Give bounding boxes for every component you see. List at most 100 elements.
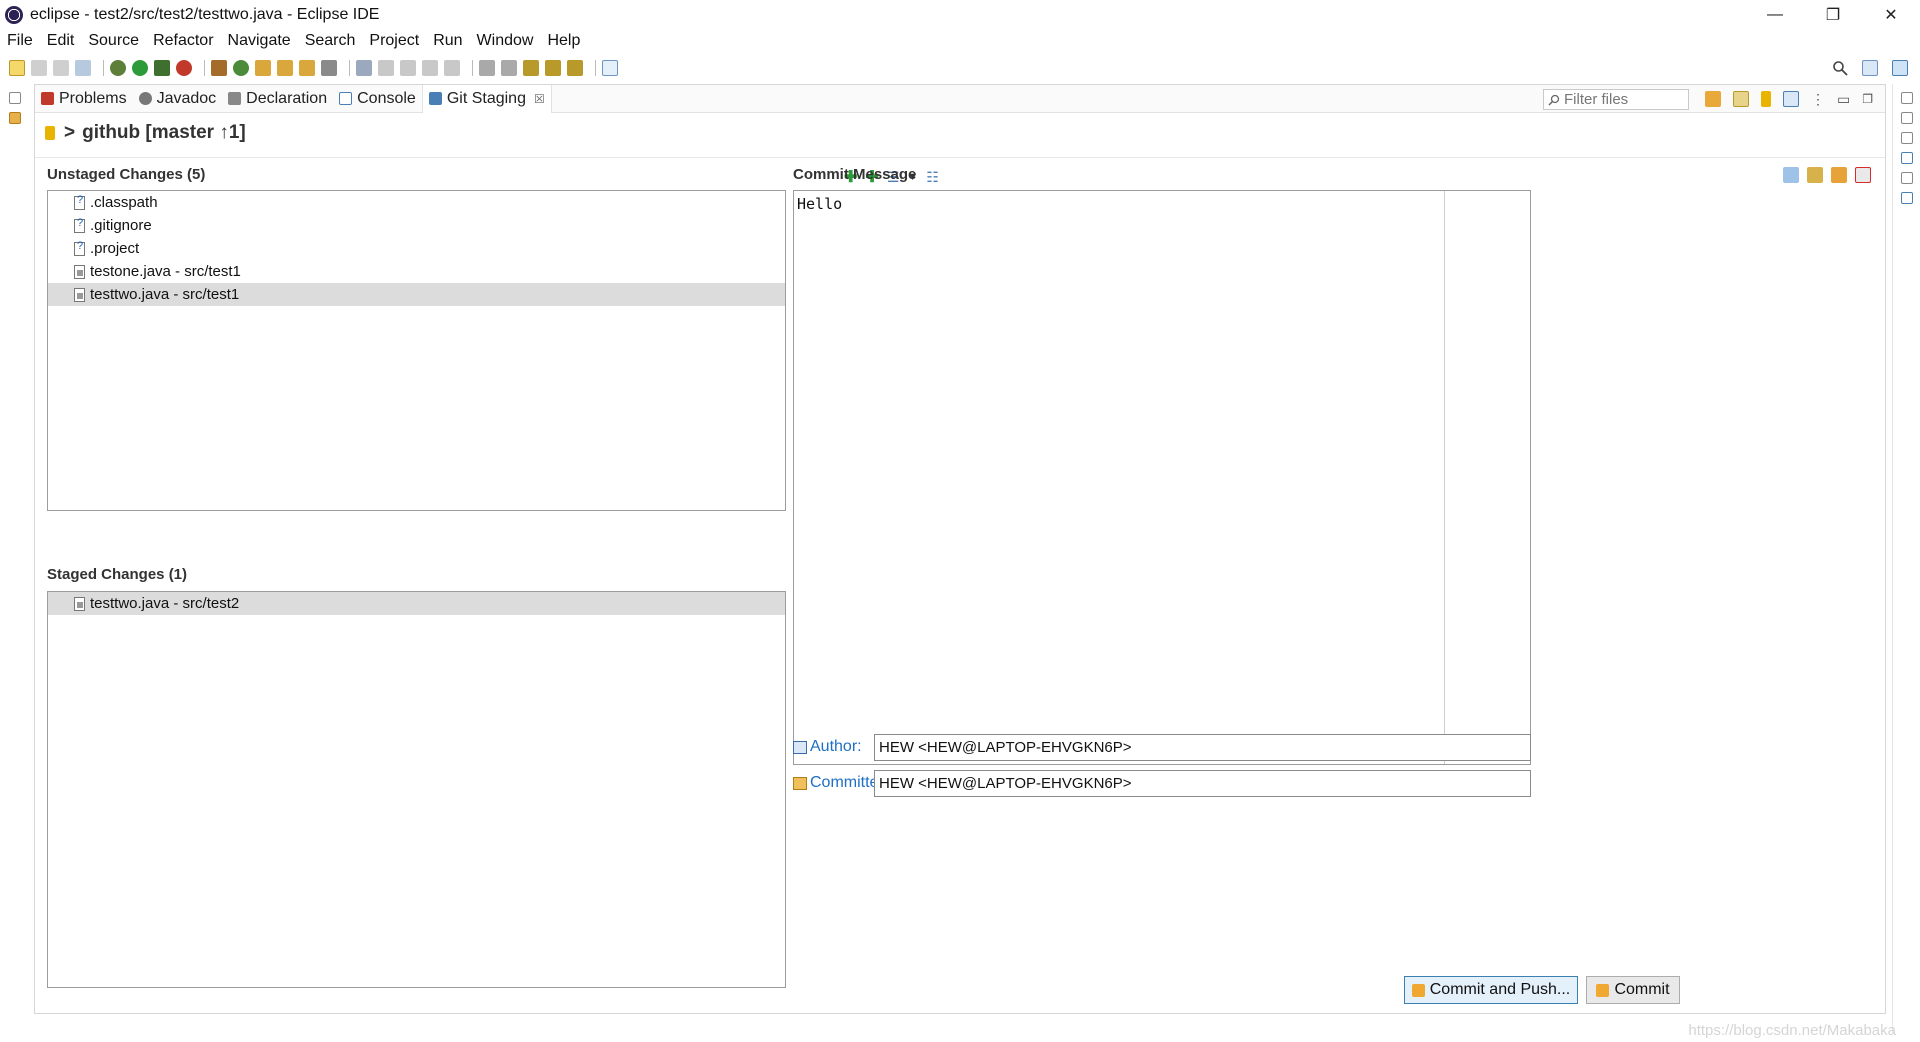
open-resource-icon[interactable]	[299, 60, 315, 76]
menu-search[interactable]: Search	[305, 32, 356, 50]
tab-javadoc[interactable]: Javadoc	[133, 85, 223, 113]
menu-edit[interactable]: Edit	[47, 32, 75, 50]
skip-breakpoints-icon[interactable]	[75, 60, 91, 76]
last-edit-location-icon[interactable]	[523, 60, 539, 76]
window-title: eclipse - test2/src/test2/testtwo.java -…	[30, 5, 380, 23]
task-list-icon[interactable]	[1900, 112, 1913, 124]
show-whitespace-icon[interactable]	[444, 60, 460, 76]
menu-project[interactable]: Project	[369, 32, 419, 50]
restore-icon[interactable]	[9, 92, 21, 104]
restore-icon[interactable]	[1900, 172, 1913, 184]
menu-run[interactable]: Run	[433, 32, 462, 50]
repo-arrow: >	[64, 122, 76, 143]
save-icon[interactable]	[31, 60, 47, 76]
right-trim-stack	[1892, 84, 1920, 1034]
forward-icon[interactable]	[567, 60, 583, 76]
pin-editor-icon[interactable]	[602, 60, 618, 76]
coverage-icon[interactable]	[154, 60, 170, 76]
menu-source[interactable]: Source	[88, 32, 139, 50]
layout-icon[interactable]	[1783, 91, 1799, 107]
commit-and-push-button[interactable]: Commit and Push...	[1404, 976, 1578, 1004]
open-perspective-icon[interactable]	[1862, 60, 1878, 76]
minimize-view-icon[interactable]: ▭	[1837, 91, 1850, 108]
main-toolbar	[0, 55, 1920, 81]
external-tools-icon[interactable]	[176, 60, 192, 76]
open-task-icon[interactable]	[277, 60, 293, 76]
search-icon[interactable]	[1832, 60, 1848, 76]
new-java-package-icon[interactable]	[211, 60, 227, 76]
repository-icon[interactable]	[1761, 91, 1771, 107]
close-button[interactable]: ✕	[1862, 0, 1920, 29]
sort-icon[interactable]: ☷	[926, 169, 939, 186]
restore-icon[interactable]	[1900, 132, 1913, 144]
tab-declaration[interactable]: Declaration	[222, 85, 333, 113]
tab-label: Javadoc	[156, 89, 217, 107]
list-item[interactable]: .gitignore	[48, 214, 785, 237]
author-field[interactable]: HEW <HEW@LAPTOP-EHVGKN6P>	[874, 734, 1531, 761]
filter-files-input[interactable]: Filter files	[1543, 89, 1689, 110]
left-trim-stack	[0, 84, 30, 1034]
block-selection-icon[interactable]	[422, 60, 438, 76]
link-selection-icon[interactable]	[1733, 91, 1749, 107]
new-icon[interactable]	[9, 60, 25, 76]
back-icon[interactable]	[545, 60, 561, 76]
repository-label: github [master ↑1]	[82, 122, 246, 143]
maximize-view-icon[interactable]: ❐	[1862, 92, 1873, 106]
filter-search-icon	[1548, 94, 1560, 106]
file-name: testtwo.java - src/test1	[90, 286, 240, 303]
save-all-icon[interactable]	[53, 60, 69, 76]
search-dropdown-icon[interactable]	[321, 60, 337, 76]
next-annotation-icon[interactable]	[479, 60, 495, 76]
menu-navigate[interactable]: Navigate	[228, 32, 291, 50]
gpg-sign-icon[interactable]	[1831, 167, 1847, 183]
previous-annotation-icon[interactable]	[501, 60, 517, 76]
file-name: .gitignore	[90, 217, 152, 234]
run-icon[interactable]	[132, 60, 148, 76]
commit-button[interactable]: Commit	[1586, 976, 1680, 1004]
minimized-view-icon[interactable]	[1900, 192, 1913, 204]
committer-field[interactable]: HEW <HEW@LAPTOP-EHVGKN6P>	[874, 770, 1531, 797]
list-item[interactable]: .classpath	[48, 191, 785, 214]
java-perspective-icon[interactable]	[1892, 60, 1908, 76]
menu-help[interactable]: Help	[547, 32, 580, 50]
commit-message-input[interactable]: Hello	[793, 190, 1531, 765]
list-item[interactable]: testone.java - src/test1	[48, 260, 785, 283]
restore-icon[interactable]	[1900, 92, 1913, 104]
view-menu-icon[interactable]: ⋮	[1811, 91, 1825, 108]
list-item[interactable]: testtwo.java - src/test2	[48, 592, 785, 615]
file-name: .project	[90, 240, 140, 257]
unstaged-changes-list[interactable]: .classpath .gitignore .project testone.j…	[47, 190, 786, 511]
restore-button[interactable]: ❐	[1804, 0, 1862, 29]
close-tab-icon[interactable]: ☒	[534, 92, 545, 106]
minimize-button[interactable]: —	[1746, 0, 1804, 29]
mark-occurrences-icon[interactable]	[378, 60, 394, 76]
menu-refactor[interactable]: Refactor	[153, 32, 213, 50]
list-item[interactable]: .project	[48, 237, 785, 260]
untracked-file-icon	[74, 240, 85, 256]
sign-off-icon[interactable]	[1807, 167, 1823, 183]
commit-icon	[1596, 983, 1610, 997]
menu-file[interactable]: File	[7, 32, 33, 50]
toolbar-separator	[472, 60, 473, 76]
change-id-icon[interactable]	[1855, 167, 1871, 183]
package-explorer-icon[interactable]	[9, 112, 21, 124]
staged-changes-list[interactable]: testtwo.java - src/test2	[47, 591, 786, 988]
window-controls: — ❐ ✕	[1746, 0, 1920, 29]
word-wrap-icon[interactable]	[400, 60, 416, 76]
new-java-class-icon[interactable]	[233, 60, 249, 76]
debug-icon[interactable]	[110, 60, 126, 76]
tab-git-staging[interactable]: Git Staging ☒	[421, 84, 552, 113]
refresh-icon[interactable]	[1705, 91, 1721, 107]
amend-icon[interactable]	[1783, 167, 1799, 183]
tab-console[interactable]: Console	[333, 85, 422, 113]
open-type-icon[interactable]	[255, 60, 271, 76]
list-item[interactable]: testtwo.java - src/test1	[48, 283, 785, 306]
menu-window[interactable]: Window	[477, 32, 534, 50]
author-value: HEW <HEW@LAPTOP-EHVGKN6P>	[879, 739, 1132, 756]
problems-icon	[41, 92, 54, 105]
outline-icon[interactable]	[1900, 152, 1913, 164]
status-bar: https://blog.csdn.net/Makabaka	[0, 1020, 1920, 1042]
tab-problems[interactable]: Problems	[35, 85, 133, 113]
toggle-breadcrumb-icon[interactable]	[356, 60, 372, 76]
author-label-text: Author:	[810, 738, 862, 755]
